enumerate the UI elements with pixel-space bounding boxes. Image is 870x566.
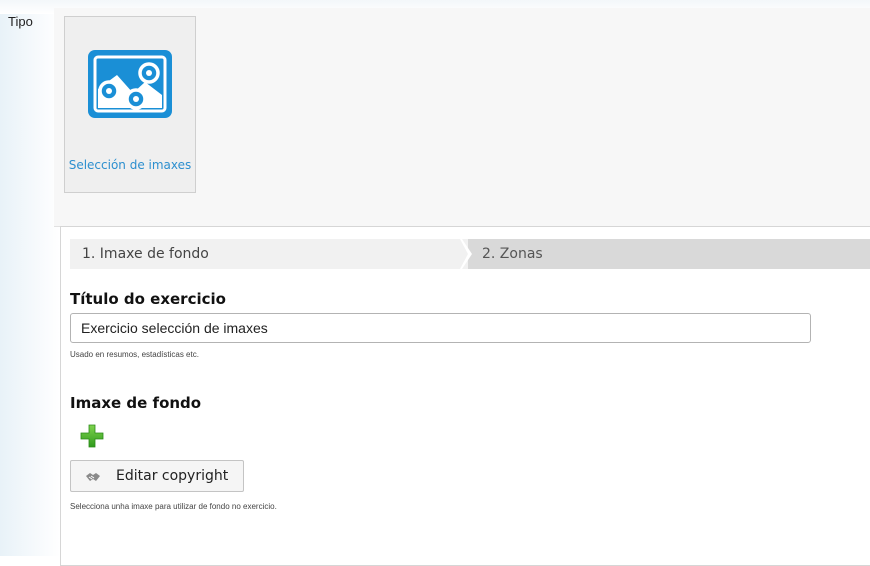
step-tab-zonas[interactable]: 2. Zonas xyxy=(468,239,870,269)
background-image-label: Imaxe de fondo xyxy=(70,394,202,412)
page-left-background xyxy=(0,0,60,556)
exercise-title-help: Usado en resumos, estadísticas etc. xyxy=(70,350,199,359)
wizard-steps: 2. Zonas 1. Imaxe de fondo xyxy=(70,239,870,269)
exercise-title-label: Título do exercicio xyxy=(70,290,226,308)
handshake-icon xyxy=(86,473,100,481)
background-image-help: Selecciona unha imaxe para utilizar de f… xyxy=(70,502,277,511)
image-selection-icon xyxy=(88,50,172,118)
exercise-title-input[interactable] xyxy=(70,313,811,343)
add-icon[interactable] xyxy=(80,424,104,448)
edit-copyright-label: Editar copyright xyxy=(116,468,229,484)
edit-copyright-button[interactable]: Editar copyright xyxy=(70,460,244,492)
step-separator-arrow xyxy=(460,239,472,269)
type-card-image-selection[interactable]: Selección de imaxes xyxy=(64,16,196,193)
type-card-label: Selección de imaxes xyxy=(68,158,192,172)
step-tab-background[interactable]: 1. Imaxe de fondo xyxy=(70,239,468,269)
type-label: Tipo xyxy=(8,14,33,29)
